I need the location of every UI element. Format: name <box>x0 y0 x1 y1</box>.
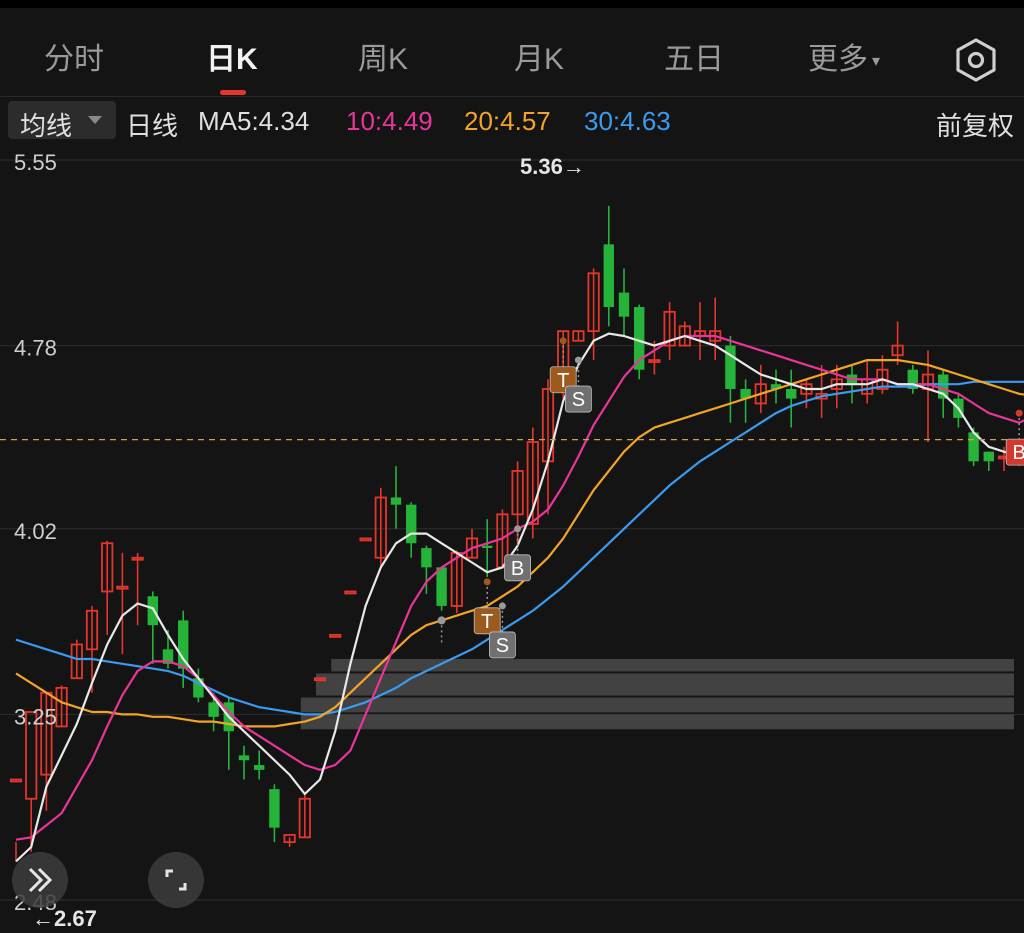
volume-profile-bar <box>331 658 1014 672</box>
ma5-value: MA5:4.34 <box>198 106 310 136</box>
candle-body-down <box>269 789 280 828</box>
high-price-label: 5.36→ <box>520 154 585 179</box>
ma20-value: 20:4.57 <box>464 106 551 136</box>
tab-intraday[interactable]: 分时 <box>44 34 104 78</box>
candle-body-down <box>147 596 158 626</box>
candle-body-down <box>983 451 994 462</box>
candle-body-up <box>9 778 23 783</box>
double-chevron-right-icon <box>28 867 53 893</box>
marker-anchor <box>514 525 522 533</box>
fullscreen-button[interactable] <box>148 852 204 908</box>
trade-marker-label: S <box>496 635 509 657</box>
period-label: 日线 <box>126 111 179 141</box>
trade-marker-label: S <box>572 389 585 411</box>
trade-marker-label: T <box>481 611 493 633</box>
candle-body-down <box>618 292 630 317</box>
marker-anchor <box>498 602 506 610</box>
y-axis-label: 5.55 <box>14 150 57 175</box>
caret-down-icon <box>88 116 102 124</box>
candle-body-down <box>436 567 447 606</box>
marker-anchor <box>559 337 567 345</box>
y-axis-label: 4.02 <box>14 519 57 544</box>
price-adjustment-toggle[interactable]: 前复权 <box>936 106 1014 143</box>
tab-monthly-k[interactable]: 月K <box>514 34 564 78</box>
period-tabs: 分时 日K 周K 月K 五日 更多 ▾ <box>0 8 1024 98</box>
ma-selector-dropdown[interactable]: 均线 <box>8 101 116 141</box>
candle-body-up <box>344 590 357 595</box>
marker-anchor <box>574 356 582 364</box>
tab-daily-k[interactable]: 日K <box>206 34 258 78</box>
tab-more-label: 更多 <box>808 43 868 76</box>
trade-marker-label: B <box>511 558 524 580</box>
ma10-line <box>15 334 1024 841</box>
tab-weekly-k[interactable]: 周K <box>358 34 408 78</box>
fullscreen-corners-icon <box>165 869 187 891</box>
candle-body-down <box>178 620 189 669</box>
tabs-divider <box>0 96 1024 97</box>
candlestick-chart[interactable]: TSTSBB5.554.784.023.252.485.36→←2.67 <box>0 145 1024 933</box>
expand-button[interactable] <box>12 852 68 908</box>
ma5-line <box>15 332 1024 863</box>
volume-profile-bar <box>316 673 1014 696</box>
ma30-value: 30:4.63 <box>584 106 671 136</box>
candle-body-up <box>329 633 342 638</box>
candle-body-down <box>482 545 493 549</box>
candle-body-down <box>421 548 432 568</box>
candle-body-down <box>238 755 250 761</box>
active-tab-indicator <box>220 90 246 95</box>
candle-body-up <box>359 537 372 542</box>
status-strip <box>0 0 1024 8</box>
ma10-value: 10:4.49 <box>346 106 433 136</box>
chevron-down-icon: ▾ <box>872 53 881 71</box>
low-price-label: ←2.67 <box>32 906 97 931</box>
moving-average-bar: 均线 日线 MA5:4.34 10:4.49 20:4.57 30:4.63 前… <box>0 98 1024 144</box>
volume-profile-bar <box>300 714 1014 730</box>
tab-more[interactable]: 更多 ▾ <box>808 34 880 78</box>
hexagon-gear-icon[interactable] <box>952 36 1000 84</box>
candle-body-down <box>603 244 614 308</box>
marker-anchor <box>1015 409 1023 417</box>
y-axis-label: 4.78 <box>14 336 57 361</box>
volume-profile-bar <box>300 697 1014 713</box>
marker-anchor <box>483 578 491 586</box>
trade-marker-label: B <box>1013 442 1024 464</box>
candle-body-down <box>406 504 417 544</box>
candle-body-down <box>786 388 797 399</box>
candle-body-down <box>254 765 265 770</box>
candle-body-down <box>390 497 402 505</box>
y-axis-label: 3.25 <box>14 704 57 729</box>
candle-body-down <box>208 702 219 717</box>
tab-five-day[interactable]: 五日 <box>664 34 724 78</box>
ma-selector-label: 均线 <box>20 111 73 141</box>
